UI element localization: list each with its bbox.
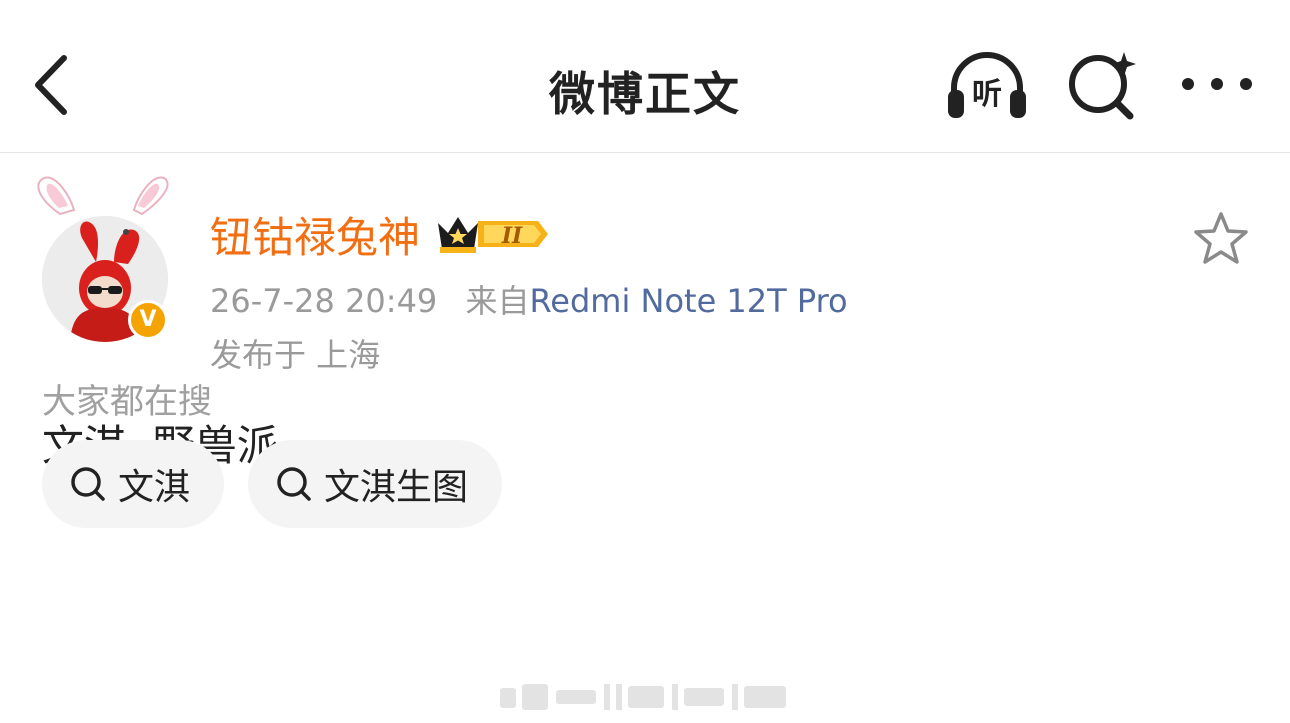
device-link[interactable]: Redmi Note 12T Pro [529,282,847,320]
search-chip[interactable]: 文淇生图 [248,440,503,528]
vip-level: II [501,223,523,249]
search-sparkle-icon[interactable] [1062,48,1148,124]
bunny-ears-decoration [37,176,169,216]
listen-headphones-icon[interactable]: 听 [944,48,1030,124]
search-chip-label: 文淇 [118,467,191,508]
listen-label: 听 [972,77,1002,112]
top-nav-bar: 微博正文 听 [0,0,1290,153]
avatar-container[interactable]: V [30,170,180,342]
search-icon [277,467,311,501]
verified-badge: V [128,300,168,340]
search-icon [71,467,105,501]
blurred-watermark [500,684,786,710]
more-options-icon[interactable] [1174,48,1260,124]
author-name[interactable]: 钮钴禄兔神 [210,204,420,265]
post-timestamp: 26-7-28 20:49 [210,282,438,320]
related-search-chips: 文淇 文淇生图 [42,440,503,528]
author-row: 钮钴禄兔神 II [210,206,552,262]
search-chip[interactable]: 文淇 [42,440,225,528]
post-meta: 26-7-28 20:49 来自Redmi Note 12T Pro [210,276,848,322]
vip-crown-badge-icon[interactable]: II [434,211,552,257]
post-location: 发布于 上海 [210,336,381,374]
source-prefix: 来自 [465,282,530,320]
favorite-star-icon[interactable] [1192,210,1250,268]
related-search-title: 大家都在搜 [42,382,212,422]
search-chip-label: 文淇生图 [324,467,469,508]
